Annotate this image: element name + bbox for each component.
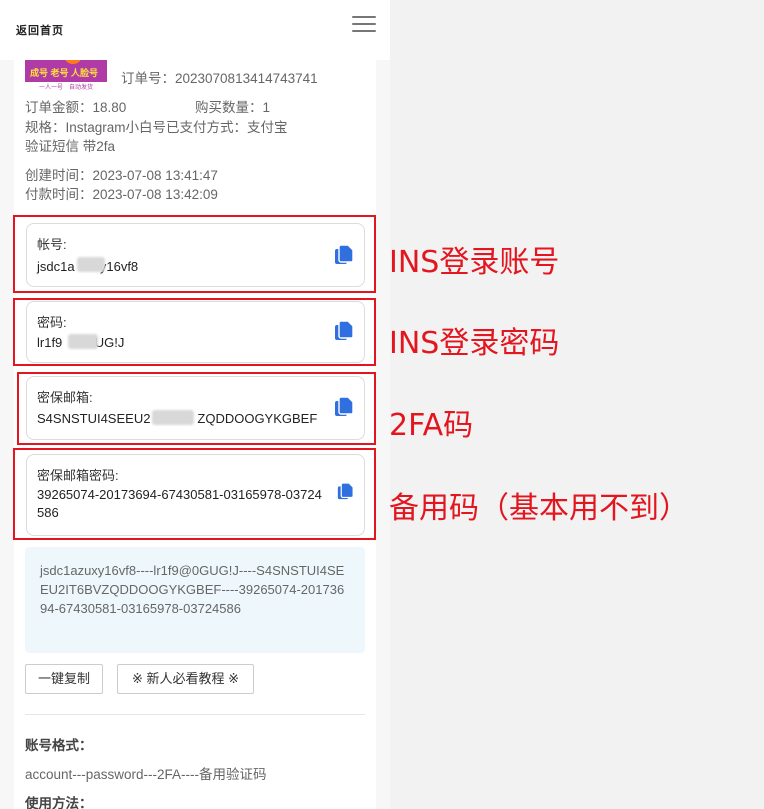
thumbnail-line2: 一人一号 自动发货 (25, 82, 107, 94)
order-number: 订单号：2023070813414743741 (121, 71, 318, 86)
back-home-link[interactable]: 返回首页 (16, 22, 64, 38)
combined-credentials-box: jsdc1azuxy16vf8----lr1f9@0GUG!J----S4SNS… (25, 547, 365, 653)
hamburger-menu-icon[interactable] (352, 16, 376, 32)
redaction (68, 334, 98, 349)
annotation-password: INS登录密码 (389, 326, 560, 361)
order-amount: 订单金额：18.80 (25, 100, 127, 115)
annotation-account: INS登录账号 (389, 245, 560, 280)
email-label: 密保邮箱: (37, 390, 93, 405)
email-field: 密保邮箱: S4SNSTUI4SEEU2 ZQDDOOGYKGBEF (26, 376, 365, 440)
password-label: 密码: (37, 315, 67, 330)
copy-icon[interactable] (334, 396, 354, 418)
format-text: account---password---2FA----备用验证码 (25, 767, 267, 782)
usage-title: 使用方法： (25, 796, 93, 809)
copy-all-button[interactable]: 一键复制 (25, 664, 103, 694)
redaction (77, 257, 105, 272)
copy-icon[interactable] (337, 482, 354, 501)
copy-icon[interactable] (334, 320, 354, 342)
combined-credentials-text[interactable]: jsdc1azuxy16vf8----lr1f9@0GUG!J----S4SNS… (40, 561, 350, 618)
product-thumbnail: 成号 老号 人脸号 一人一号 自动发货 (25, 60, 107, 94)
tutorial-button[interactable]: ※ 新人必看教程 ※ (117, 664, 254, 694)
password-field: 密码: lr1f9 UG!J (26, 301, 365, 363)
account-field: 帐号: jsdc1a y16vf8 (26, 223, 365, 287)
format-title: 账号格式： (25, 738, 93, 753)
thumbnail-line1: 成号 老号 人脸号 (30, 68, 99, 78)
order-spec-cont: 验证短信 带2fa (25, 139, 116, 154)
email-password-value[interactable]: 39265074-20173694-67430581-03165978-0372… (37, 486, 327, 522)
paid-time: 付款时间：2023-07-08 13:42:09 (25, 187, 218, 202)
copy-icon[interactable] (334, 244, 354, 266)
annotation-2fa: 2FA码 (389, 408, 474, 443)
mobile-viewport: 返回首页 成号 老号 人脸号 一人一号 自动发货 订单号：20230708134… (0, 0, 390, 809)
order-spec: 规格：Instagram小白号已支付方式：支付宝 (25, 120, 288, 135)
email-password-label: 密保邮箱密码: (37, 468, 119, 483)
annotation-backup: 备用码（基本用不到） (389, 491, 689, 526)
redaction (152, 410, 194, 425)
email-password-field: 密保邮箱密码: 39265074-20173694-67430581-03165… (26, 454, 365, 536)
thumbnail-logo (65, 60, 81, 64)
page: 返回首页 成号 老号 人脸号 一人一号 自动发货 订单号：20230708134… (0, 0, 764, 809)
account-label: 帐号: (37, 237, 67, 252)
created-time: 创建时间：2023-07-08 13:41:47 (25, 168, 218, 183)
divider (25, 714, 365, 715)
top-bar: 返回首页 (0, 0, 390, 60)
order-quantity: 购买数量：1 (195, 100, 271, 115)
